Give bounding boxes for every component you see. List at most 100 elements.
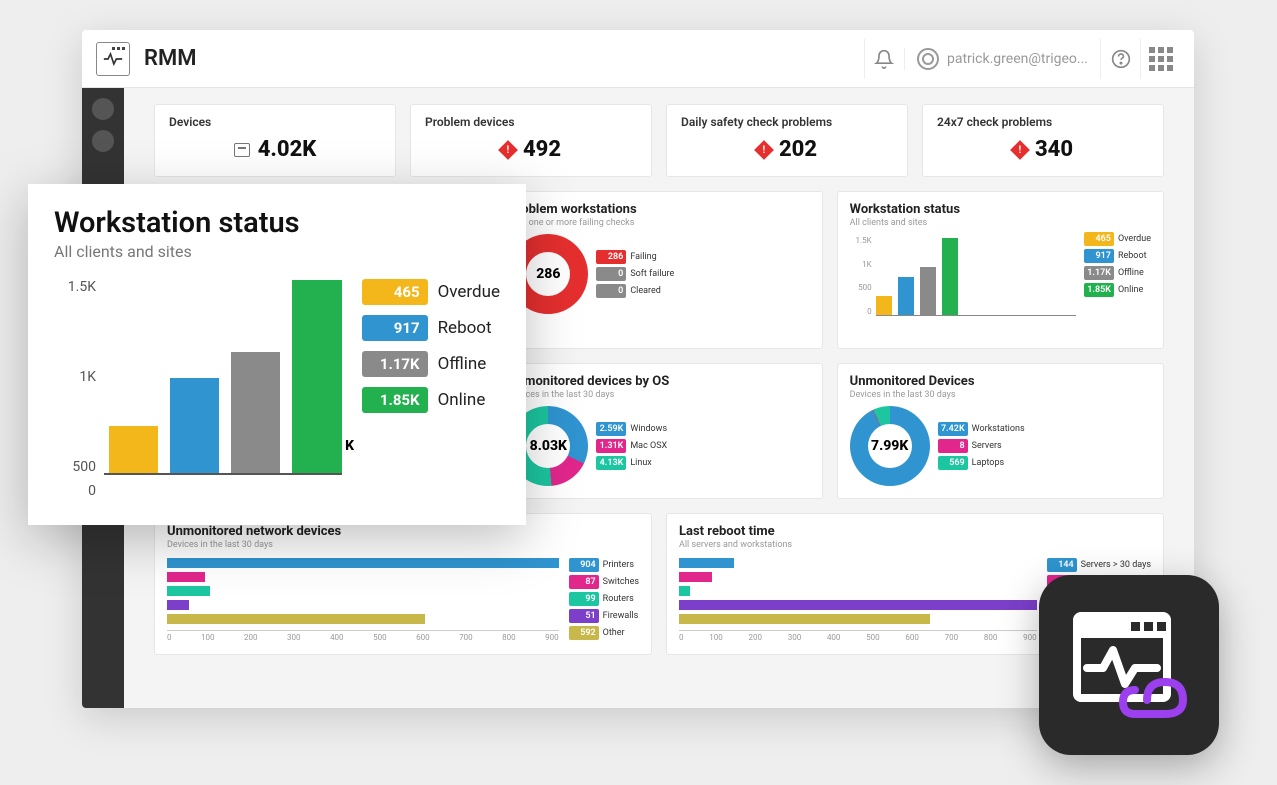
legend-badge: 465 <box>362 279 428 305</box>
product-badge-icon <box>1039 575 1219 755</box>
legend-label: Online <box>1118 285 1143 295</box>
donut-chart: 286 <box>508 234 588 314</box>
legend-label: Reboot <box>1118 251 1147 261</box>
legend-row: 99Routers <box>569 592 639 606</box>
legend-row: 569 Laptops <box>938 456 1025 470</box>
axis-tick: 1K <box>862 260 872 269</box>
legend-label: Linux <box>630 458 651 468</box>
axis-tick: 700 <box>945 633 959 642</box>
user-menu[interactable]: patrick.green@trigeo... <box>904 48 1100 70</box>
help-button[interactable] <box>1100 39 1140 79</box>
alert-icon <box>754 140 774 160</box>
panel-row-3: Unmonitored network devices Devices in t… <box>154 513 1164 655</box>
axis-tick: 400 <box>827 633 841 642</box>
legend-label: Servers > 30 days <box>1081 560 1151 570</box>
overlay-subtitle: All clients and sites <box>54 242 500 261</box>
legend: 465Overdue 917Reboot 1.17KOffline 1.85K Onli… <box>1084 232 1151 316</box>
donut-center-value: 286 <box>508 234 588 314</box>
panel-subtitle: Devices in the last 30 days <box>508 390 809 400</box>
legend-label: Overdue <box>438 282 500 302</box>
legend-badge: 569 <box>938 456 968 470</box>
avatar-icon <box>917 48 939 70</box>
legend-label: Soft failure <box>630 269 674 279</box>
axis-tick: 700 <box>459 633 473 642</box>
legend-row: 0Cleared <box>596 284 674 298</box>
hbar-chart: 0100200300400500600700800900 <box>167 558 559 642</box>
legend: 286Failing0Soft failure0Cleared <box>596 250 674 298</box>
axis-tick: 800 <box>984 633 998 642</box>
legend-row: 904Printers <box>569 558 639 572</box>
legend-label: Windows <box>630 424 667 434</box>
legend-badge: 592 <box>569 626 599 640</box>
panel-unmonitored-devices[interactable]: Unmonitored Devices Devices in the last … <box>837 363 1164 499</box>
panel-workstation-status[interactable]: Workstation status All clients and sites… <box>837 191 1164 349</box>
nav-item[interactable] <box>92 130 114 152</box>
legend-row: 592Other <box>569 626 639 640</box>
hbar <box>679 600 1037 610</box>
notifications-button[interactable] <box>864 39 904 79</box>
user-email: patrick.green@trigeo... <box>947 51 1088 67</box>
overlay-bar-chart: 1.5K1K500 0 <box>54 279 342 499</box>
axis-tick: 900 <box>1023 633 1037 642</box>
legend-label: Switches <box>603 577 639 587</box>
legend-label: Workstations <box>972 424 1025 434</box>
overlay-title: Workstation status <box>54 206 500 240</box>
legend-row: 286Failing <box>596 250 674 264</box>
legend-badge: 286 <box>596 250 626 264</box>
legend-badge: 1.85K <box>1084 283 1114 297</box>
axis-tick: 1.5K <box>856 236 872 245</box>
axis-tick: 0 <box>867 307 872 316</box>
hbar <box>167 558 559 568</box>
axis-tick: 1.5K <box>68 279 96 295</box>
bar <box>170 378 219 475</box>
legend-badge: 7.42K <box>938 422 968 436</box>
legend-row: 87Switches <box>569 575 639 589</box>
legend: 2.59KWindows1.31KMac OSX4.13KLinux <box>596 422 667 470</box>
kpi-card[interactable]: 24x7 check problems 340 <box>922 104 1164 177</box>
nav-item[interactable] <box>92 98 114 120</box>
legend-badge: 51 <box>569 609 599 623</box>
panel-title: Unmonitored Devices <box>850 374 1151 389</box>
legend-row: 465Overdue <box>1084 232 1151 246</box>
kpi-value: 340 <box>1035 137 1073 162</box>
legend-row: 465 Overdue <box>362 279 500 305</box>
panel-unmonitored-network[interactable]: Unmonitored network devices Devices in t… <box>154 513 652 655</box>
axis-tick: 400 <box>330 633 344 642</box>
panel-problem-workstations[interactable]: Problem workstations With one or more fa… <box>495 191 822 349</box>
kpi-row: Devices 4.02K Problem devices 492 Daily … <box>154 104 1164 177</box>
axis-tick: 0 <box>679 633 684 642</box>
axis-tick: 600 <box>416 633 430 642</box>
apps-grid-icon <box>1149 47 1173 71</box>
panel-title: Unmonitored network devices <box>167 524 639 539</box>
apps-menu-button[interactable] <box>1140 39 1180 79</box>
hbar-chart: 0100200300400500600700800900 <box>679 558 1037 642</box>
legend-row: 1.17KOffline <box>1084 266 1151 280</box>
kpi-title: 24x7 check problems <box>937 115 1149 129</box>
legend-label: Laptops <box>972 458 1004 468</box>
panel-unmonitored-by-os[interactable]: Unmonitored devices by OS Devices in the… <box>495 363 822 499</box>
axis-tick: 500 <box>866 633 880 642</box>
app-logo-icon <box>96 42 130 76</box>
legend-row: 4.13K Linux <box>596 456 667 470</box>
legend-row: 917Reboot <box>1084 249 1151 263</box>
kpi-card[interactable]: Devices 4.02K <box>154 104 396 177</box>
alert-icon <box>498 140 518 160</box>
axis-tick: 1K <box>79 369 96 385</box>
panel-title: Last reboot time <box>679 524 1151 539</box>
legend-label: Overdue <box>1118 234 1151 244</box>
panel-subtitle: Devices in the last 30 days <box>167 540 639 550</box>
overlay-legend: 465Overdue917Reboot1.17KOffline1.85KOnli… <box>362 279 500 413</box>
axis-tick: 500 <box>858 283 872 292</box>
legend: 904Printers87Switches99Routers51Firewall… <box>569 558 639 642</box>
legend-label: Mac OSX <box>630 441 667 451</box>
legend-badge: 4.13K <box>596 456 626 470</box>
kpi-card[interactable]: Daily safety check problems 202 <box>666 104 908 177</box>
kpi-value: 202 <box>779 137 817 162</box>
axis-tick: 300 <box>788 633 802 642</box>
axis-tick: 200 <box>244 633 258 642</box>
kpi-card[interactable]: Problem devices 492 <box>410 104 652 177</box>
legend-badge: 1.17K <box>362 351 428 377</box>
bar <box>231 352 280 475</box>
donut-center-value: 8.03K <box>508 406 588 486</box>
bar-chart: 1.5K 1K 500 0 <box>850 236 1076 316</box>
